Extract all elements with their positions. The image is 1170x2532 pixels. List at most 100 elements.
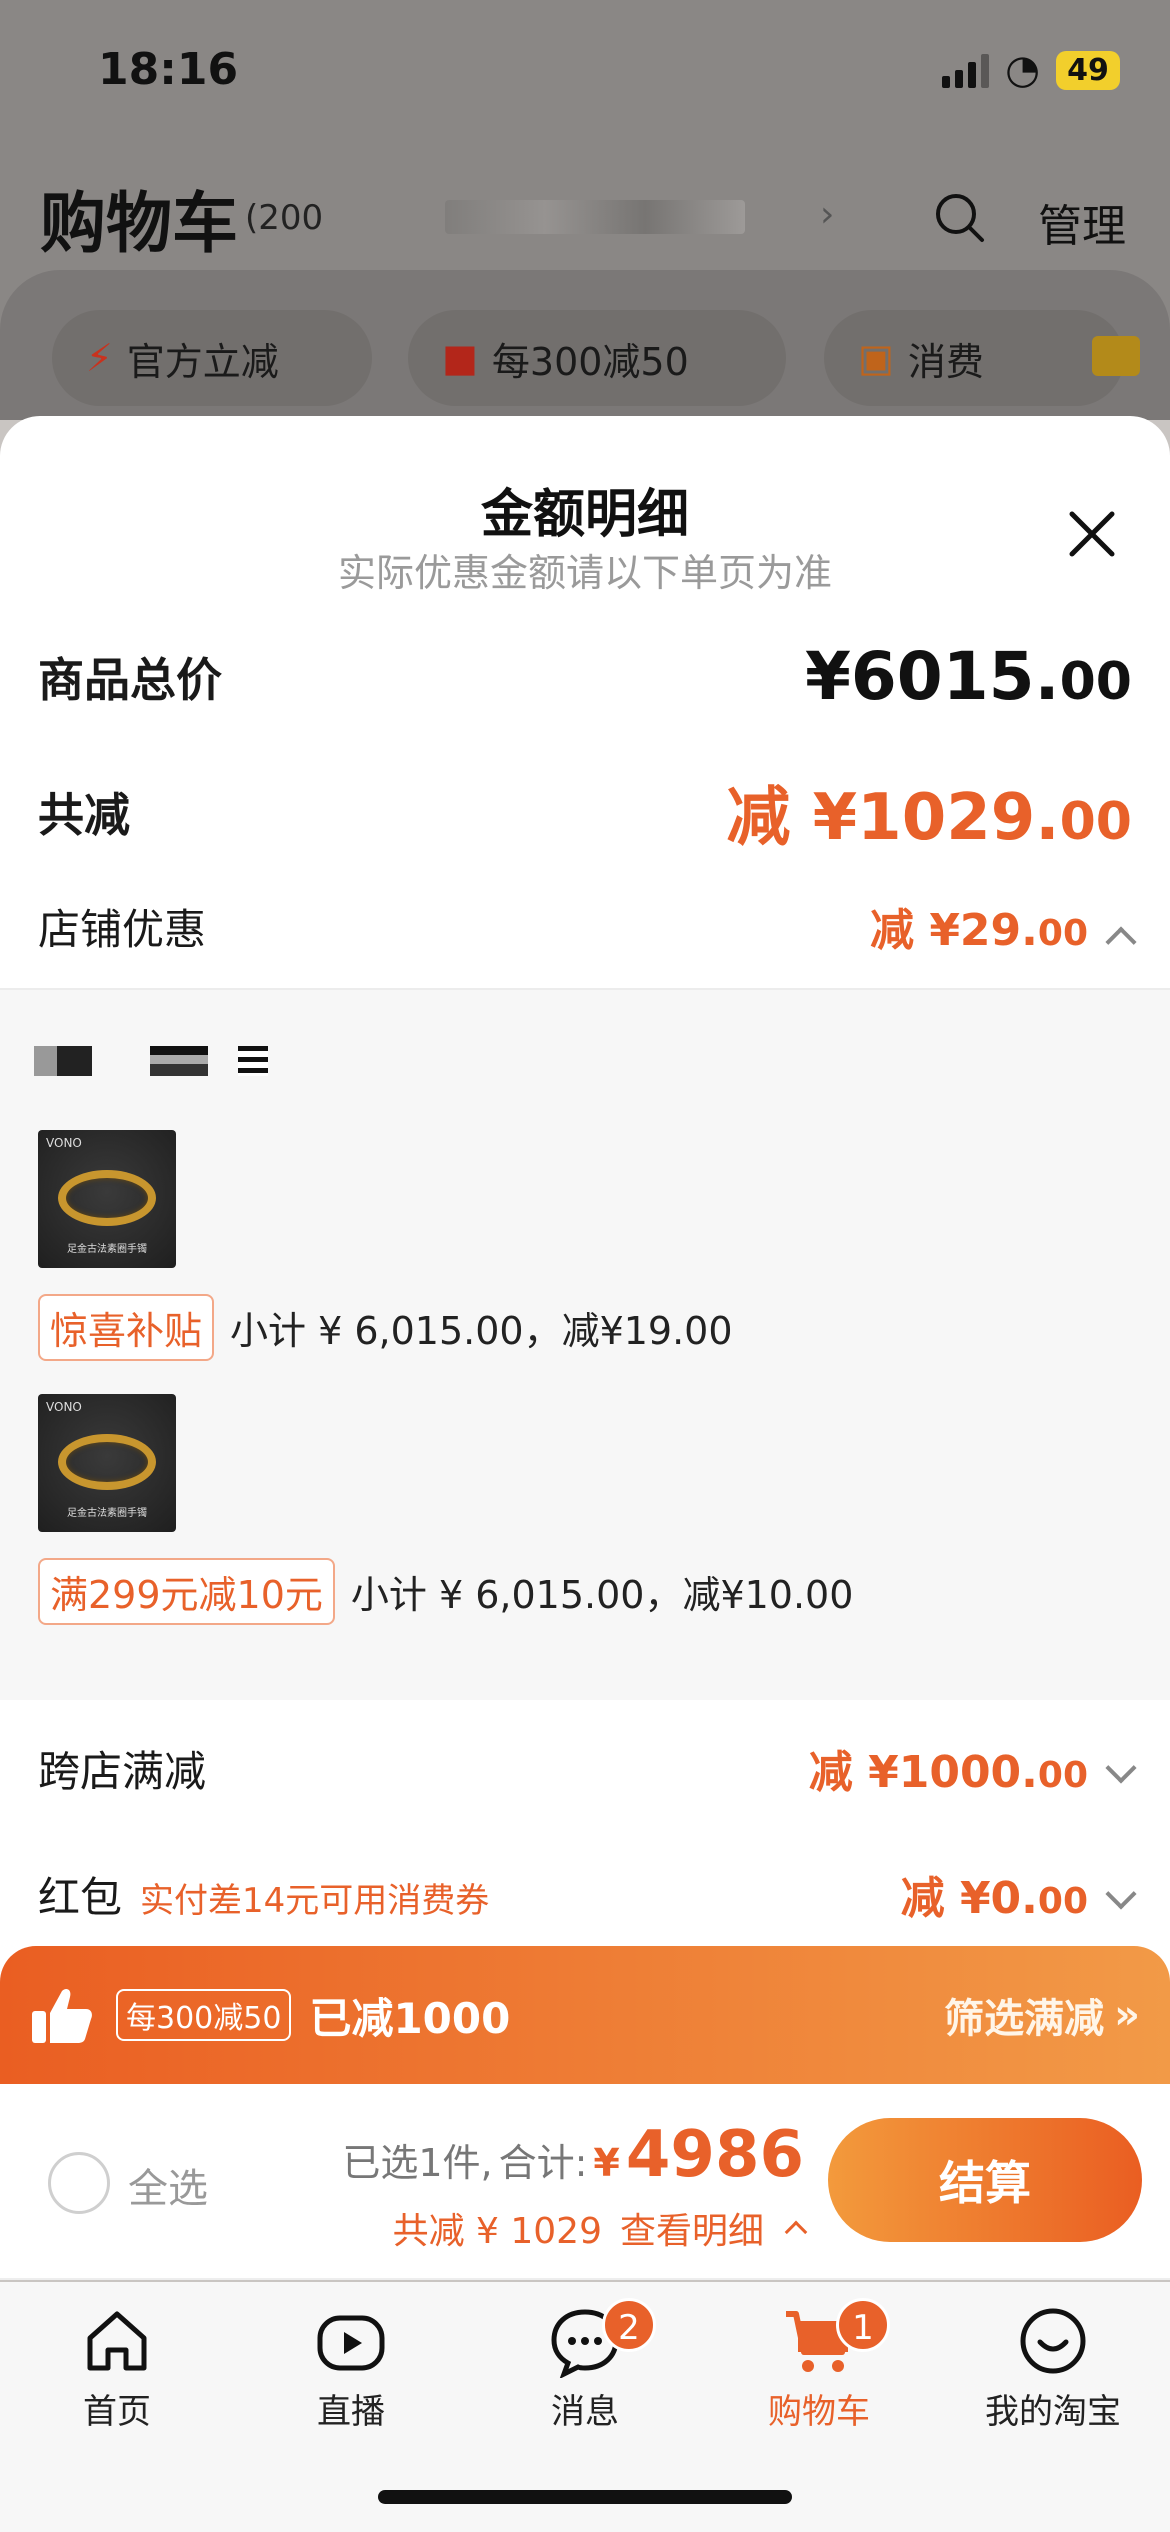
shop-discount-row[interactable]: 店铺优惠 减 ¥29.00: [38, 894, 1137, 958]
shop-name-redacted: [34, 1046, 92, 1076]
goods-total-row: 商品总价 ¥6015.00: [38, 638, 1132, 715]
home-icon: [87, 2311, 147, 2371]
folder-icon[interactable]: [1092, 336, 1140, 376]
shop-discount-amount: 减 ¥29.00: [870, 894, 1137, 958]
total-discount-row: 共减 减 ¥1029.00: [38, 766, 1132, 858]
tab-bar: 首页 直播 2 消息 1 购物车 我的淘宝: [0, 2282, 1170, 2532]
currency-symbol: ¥: [593, 2141, 620, 2185]
product-brand: VONO: [46, 1136, 82, 1150]
tab-home[interactable]: 首页: [0, 2304, 234, 2433]
manage-button[interactable]: 管理: [1038, 190, 1126, 254]
tab-label: 我的淘宝: [985, 2392, 1121, 2432]
thumbs-up-icon: [32, 1989, 92, 2043]
shop-discount-label: 店铺优惠: [38, 904, 207, 954]
signal-icon: [942, 52, 990, 88]
total-discount-label: 共减: [38, 788, 130, 842]
tab-my-taobao[interactable]: 我的淘宝: [936, 2304, 1170, 2433]
tab-live[interactable]: 直播: [234, 2304, 468, 2433]
checkout-bar: 全选 已选1件, 合计: ¥ 4986 共减 ¥ 1029 查看明细 结算: [0, 2084, 1170, 2280]
profile-smile-icon: [1020, 2308, 1086, 2374]
sheet-title: 金额明细: [480, 485, 689, 545]
cross-store-discount-row[interactable]: 跨店满减 减 ¥1000.00: [38, 1736, 1137, 1800]
view-details-label: 查看明细: [619, 2211, 764, 2252]
chevron-down-icon[interactable]: [1105, 1878, 1137, 1910]
bracelet-image: [58, 1434, 156, 1490]
sheet-subtitle: 实际优惠金额请以下单页为准: [337, 551, 832, 595]
total-line: 已选1件, 合计: ¥ 4986: [342, 2118, 804, 2192]
selected-count: 已选1件,: [342, 2141, 493, 2185]
red-packet-hint: 实付差14元可用消费券: [140, 1880, 490, 1921]
select-all-label[interactable]: 全选: [128, 2156, 208, 2214]
tab-label: 购物车: [768, 2392, 870, 2432]
shop-discount-detail-panel: VONO 足金古法素圈手镯 惊喜补贴 小计 ¥ 6,015.00，减¥19.00…: [0, 988, 1170, 1700]
discount-tag: 惊喜补贴: [38, 1294, 215, 1361]
cross-store-amount: 减 ¥1000.00: [809, 1736, 1137, 1800]
product-caption: 足金古法素圈手镯: [67, 1508, 147, 1519]
message-badge: 2: [602, 2298, 656, 2352]
product-brand: VONO: [46, 1400, 82, 1414]
status-icons: ◔ 49: [942, 50, 1120, 90]
chevron-down-icon[interactable]: [1105, 1752, 1137, 1784]
chip-consumer-coupon[interactable]: ▣ 消费: [824, 310, 1124, 406]
search-icon[interactable]: [932, 190, 988, 246]
chevron-up-icon: [784, 2220, 808, 2244]
live-play-icon: [317, 2315, 385, 2371]
battery-icon: 49: [1056, 50, 1120, 90]
address-redacted[interactable]: [445, 200, 745, 234]
select-all-checkbox[interactable]: [48, 2152, 110, 2214]
cart-header: 购物车 (200 › 管理: [0, 170, 1170, 270]
wifi-icon: ◔: [1005, 47, 1040, 93]
tab-messages[interactable]: 2 消息: [468, 2298, 702, 2433]
shop-name-redacted: [238, 1046, 268, 1076]
filter-chips: ⚡ 官方立减 ■ 每300减50 ▣ 消费: [0, 270, 1170, 420]
tab-cart[interactable]: 1 购物车: [702, 2298, 936, 2433]
shop-icon: ■: [442, 336, 478, 380]
checkout-button[interactable]: 结算: [828, 2118, 1142, 2242]
product-thumbnail[interactable]: VONO 足金古法素圈手镯: [38, 1130, 176, 1268]
promo-bar[interactable]: 每300减50 已减1000 筛选满减 »: [0, 1946, 1170, 2084]
saved-amount: 共减 ¥ 1029: [392, 2211, 602, 2252]
chip-label: 官方立减: [126, 339, 279, 384]
status-time: 18:16: [98, 44, 239, 95]
filter-discount-button[interactable]: 筛选满减 »: [944, 1986, 1140, 2044]
chevron-right-icon[interactable]: ›: [820, 194, 834, 235]
coupon-icon: ▣: [858, 336, 894, 380]
discount-line: 惊喜补贴 小计 ¥ 6,015.00，减¥19.00: [38, 1294, 733, 1361]
view-details-link[interactable]: 共减 ¥ 1029 查看明细: [392, 2202, 808, 2254]
shop-name-redacted: [150, 1046, 208, 1076]
discount-text: 小计 ¥ 6,015.00，减¥19.00: [230, 1309, 733, 1353]
chip-official-discount[interactable]: ⚡ 官方立减: [52, 310, 372, 406]
red-packet-amount: 减 ¥0.00: [901, 1862, 1137, 1926]
close-icon[interactable]: [1064, 506, 1120, 562]
product-caption: 足金古法素圈手镯: [67, 1244, 147, 1255]
red-packet-label-group: 红包 实付差14元可用消费券: [38, 1864, 489, 1925]
product-thumbnail[interactable]: VONO 足金古法素圈手镯: [38, 1394, 176, 1532]
tab-label: 直播: [317, 2392, 385, 2432]
discount-line: 满299元减10元 小计 ¥ 6,015.00，减¥10.00: [38, 1558, 853, 1625]
promo-tag: 每300减50: [116, 1989, 292, 2041]
promo-reduced-text: 已减1000: [309, 1993, 511, 2043]
discount-text: 小计 ¥ 6,015.00，减¥10.00: [350, 1573, 854, 1617]
chevron-up-icon[interactable]: [1105, 926, 1137, 958]
goods-total-label: 商品总价: [38, 652, 222, 707]
home-indicator: [378, 2490, 792, 2504]
lightning-icon: ⚡: [86, 336, 113, 380]
chip-every-300-minus-50[interactable]: ■ 每300减50: [408, 310, 786, 406]
goods-total-amount: ¥6015.00: [804, 638, 1132, 715]
discount-tag: 满299元减10元: [38, 1558, 335, 1625]
chip-label: 消费: [907, 339, 984, 384]
cart-badge: 1: [836, 2298, 890, 2352]
amount-detail-sheet: 金额明细 实际优惠金额请以下单页为准 商品总价 ¥6015.00 共减 减 ¥1…: [0, 416, 1170, 2080]
bracelet-image: [58, 1170, 156, 1226]
total-discount-amount: 减 ¥1029.00: [726, 781, 1132, 855]
status-bar: 18:16 ◔ 49: [0, 0, 1170, 140]
double-chevron-right-icon: »: [1114, 1992, 1140, 2038]
tab-label: 首页: [83, 2392, 151, 2432]
cross-store-label: 跨店满减: [38, 1746, 207, 1796]
cart-count: (200: [245, 198, 324, 238]
filter-discount-label: 筛选满减: [944, 1996, 1105, 2042]
page-title: 购物车: [40, 185, 238, 262]
total-amount: 4986: [625, 2118, 804, 2192]
red-packet-row[interactable]: 红包 实付差14元可用消费券 减 ¥0.00: [38, 1862, 1137, 1926]
red-packet-label: 红包: [38, 1872, 123, 1922]
